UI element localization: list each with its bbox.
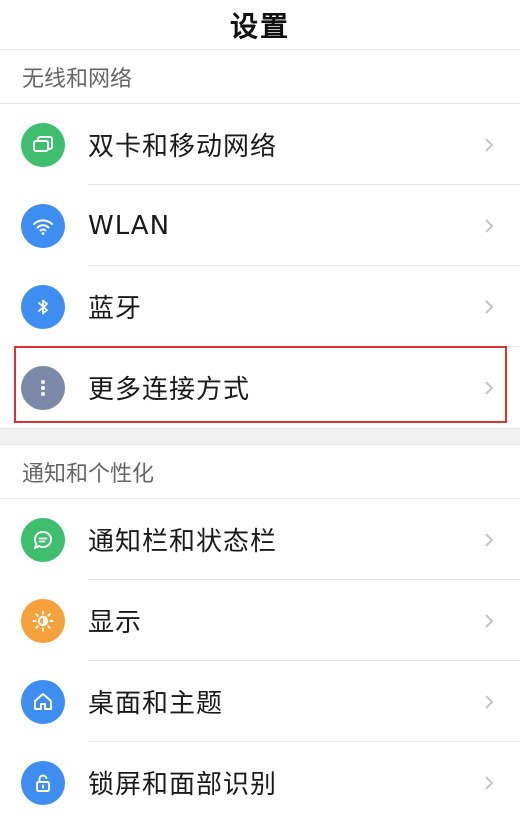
section-wireless-network: 无线和网络 双卡和移动网络 WLAN 蓝牙 更多连接方式	[0, 50, 520, 428]
chevron-right-icon	[485, 380, 494, 395]
chevron-right-icon	[485, 218, 494, 233]
settings-item-label: 更多连接方式	[88, 375, 251, 405]
chevron-right-icon	[485, 775, 494, 790]
chevron-right-icon	[485, 613, 494, 628]
settings-item-label: 双卡和移动网络	[88, 132, 278, 162]
settings-item-label: 通知栏和状态栏	[88, 527, 278, 557]
settings-item-desktop-theme[interactable]: 桌面和主题	[0, 661, 520, 742]
settings-item-notification-status-bar[interactable]: 通知栏和状态栏	[0, 499, 520, 580]
bluetooth-icon	[21, 284, 65, 329]
settings-item-label: 锁屏和面部识别	[88, 770, 278, 800]
brightness-icon	[21, 598, 65, 643]
settings-item-wlan[interactable]: WLAN	[0, 185, 520, 266]
settings-item-lockscreen-face[interactable]: 锁屏和面部识别	[0, 742, 520, 823]
more-dots-icon	[21, 365, 65, 410]
section-notifications-personalization: 通知和个性化 通知栏和状态栏 显示 桌面和主题 锁屏和面部识别	[0, 445, 520, 823]
settings-item-more-connections[interactable]: 更多连接方式	[0, 347, 520, 428]
settings-item-label: 蓝牙	[88, 294, 143, 324]
settings-item-label: 显示	[88, 608, 143, 638]
chevron-right-icon	[485, 694, 494, 709]
settings-item-display[interactable]: 显示	[0, 580, 520, 661]
section-title-wireless: 无线和网络	[0, 50, 520, 104]
lock-icon	[21, 760, 65, 805]
settings-item-bluetooth[interactable]: 蓝牙	[0, 266, 520, 347]
settings-item-label: WLAN	[88, 210, 171, 241]
home-icon	[21, 679, 65, 724]
page-title: 设置	[229, 9, 290, 43]
section-spacer	[0, 428, 520, 445]
chat-bubble-icon	[21, 517, 65, 562]
settings-item-dual-sim-mobile-network[interactable]: 双卡和移动网络	[0, 104, 520, 185]
chevron-right-icon	[485, 299, 494, 314]
chevron-right-icon	[485, 137, 494, 152]
page-header: 设置	[0, 0, 520, 50]
settings-item-label: 桌面和主题	[88, 689, 224, 719]
chevron-right-icon	[485, 532, 494, 547]
wifi-icon	[21, 203, 65, 248]
sim-cards-icon	[21, 122, 65, 167]
section-title-notifications: 通知和个性化	[0, 445, 520, 499]
